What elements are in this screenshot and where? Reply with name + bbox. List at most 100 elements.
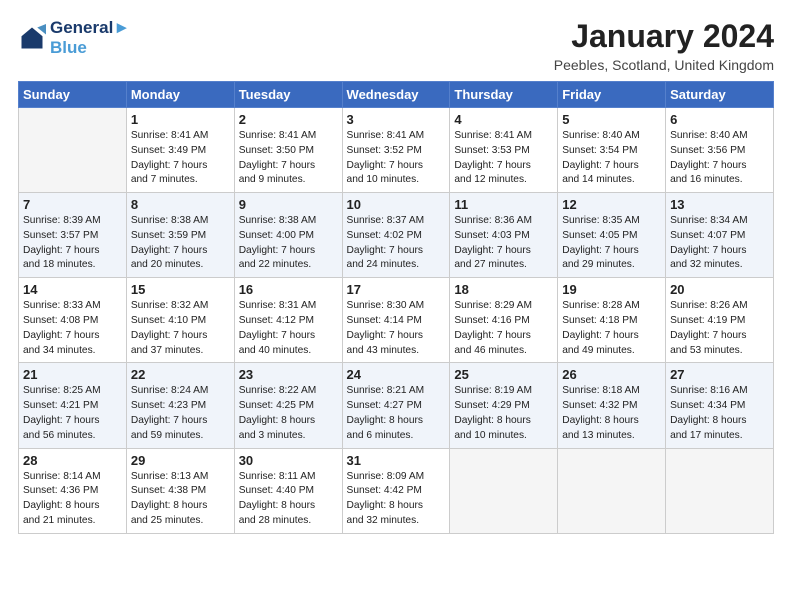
day-info: Sunrise: 8:16 AMSunset: 4:34 PMDaylight:… [670,384,769,443]
day-info: Sunrise: 8:22 AMSunset: 4:25 PMDaylight:… [239,384,338,443]
day-number: 12 [562,197,661,212]
title-block: January 2024 Peebles, Scotland, United K… [554,18,774,73]
day-info: Sunrise: 8:41 AMSunset: 3:52 PMDaylight:… [347,129,446,188]
table-row [558,448,666,533]
day-info: Sunrise: 8:09 AMSunset: 4:42 PMDaylight:… [347,470,446,529]
day-number: 6 [670,112,769,127]
day-info: Sunrise: 8:30 AMSunset: 4:14 PMDaylight:… [347,299,446,358]
table-row: 13 Sunrise: 8:34 AMSunset: 4:07 PMDayligh… [666,193,774,278]
day-number: 29 [131,453,230,468]
day-info: Sunrise: 8:26 AMSunset: 4:19 PMDaylight:… [670,299,769,358]
calendar-week-row: 14 Sunrise: 8:33 AMSunset: 4:08 PMDayligh… [19,278,774,363]
day-number: 7 [23,197,122,212]
page: General► Blue January 2024 Peebles, Scot… [0,0,792,612]
table-row: 19 Sunrise: 8:28 AMSunset: 4:18 PMDayligh… [558,278,666,363]
col-friday: Friday [558,82,666,108]
logo-icon [18,24,46,52]
day-number: 3 [347,112,446,127]
day-number: 30 [239,453,338,468]
day-info: Sunrise: 8:18 AMSunset: 4:32 PMDaylight:… [562,384,661,443]
table-row: 21 Sunrise: 8:25 AMSunset: 4:21 PMDayligh… [19,363,127,448]
table-row: 20 Sunrise: 8:26 AMSunset: 4:19 PMDayligh… [666,278,774,363]
day-info: Sunrise: 8:19 AMSunset: 4:29 PMDaylight:… [454,384,553,443]
table-row: 12 Sunrise: 8:35 AMSunset: 4:05 PMDayligh… [558,193,666,278]
table-row: 16 Sunrise: 8:31 AMSunset: 4:12 PMDayligh… [234,278,342,363]
day-number: 19 [562,282,661,297]
day-number: 24 [347,367,446,382]
calendar-week-row: 21 Sunrise: 8:25 AMSunset: 4:21 PMDayligh… [19,363,774,448]
day-number: 20 [670,282,769,297]
day-info: Sunrise: 8:40 AMSunset: 3:56 PMDaylight:… [670,129,769,188]
day-info: Sunrise: 8:36 AMSunset: 4:03 PMDaylight:… [454,214,553,273]
table-row: 29 Sunrise: 8:13 AMSunset: 4:38 PMDayligh… [126,448,234,533]
table-row [450,448,558,533]
day-number: 25 [454,367,553,382]
table-row: 17Sunrise: 8:30 AMSunset: 4:14 PMDayligh… [342,278,450,363]
day-info: Sunrise: 8:39 AMSunset: 3:57 PMDaylight:… [23,214,122,273]
day-info: Sunrise: 8:13 AMSunset: 4:38 PMDaylight:… [131,470,230,529]
day-info: Sunrise: 8:35 AMSunset: 4:05 PMDaylight:… [562,214,661,273]
table-row: 4 Sunrise: 8:41 AMSunset: 3:53 PMDaylight… [450,108,558,193]
day-number: 2 [239,112,338,127]
day-number: 13 [670,197,769,212]
day-info: Sunrise: 8:11 AMSunset: 4:40 PMDaylight:… [239,470,338,529]
day-number: 4 [454,112,553,127]
day-info: Sunrise: 8:40 AMSunset: 3:54 PMDaylight:… [562,129,661,188]
calendar: Sunday Monday Tuesday Wednesday Thursday… [18,81,774,534]
col-wednesday: Wednesday [342,82,450,108]
day-info: Sunrise: 8:28 AMSunset: 4:18 PMDaylight:… [562,299,661,358]
day-info: Sunrise: 8:25 AMSunset: 4:21 PMDaylight:… [23,384,122,443]
table-row: 30 Sunrise: 8:11 AMSunset: 4:40 PMDayligh… [234,448,342,533]
day-info: Sunrise: 8:37 AMSunset: 4:02 PMDaylight:… [347,214,446,273]
day-info: Sunrise: 8:21 AMSunset: 4:27 PMDaylight:… [347,384,446,443]
table-row [19,108,127,193]
day-info: Sunrise: 8:41 AMSunset: 3:50 PMDaylight:… [239,129,338,188]
table-row: 3 Sunrise: 8:41 AMSunset: 3:52 PMDaylight… [342,108,450,193]
month-title: January 2024 [554,18,774,55]
table-row: 8Sunrise: 8:38 AMSunset: 3:59 PMDaylight… [126,193,234,278]
table-row: 26 Sunrise: 8:18 AMSunset: 4:32 PMDayligh… [558,363,666,448]
day-info: Sunrise: 8:38 AMSunset: 3:59 PMDaylight:… [131,214,230,273]
table-row: 2 Sunrise: 8:41 AMSunset: 3:50 PMDaylight… [234,108,342,193]
day-number: 26 [562,367,661,382]
day-info: Sunrise: 8:32 AMSunset: 4:10 PMDaylight:… [131,299,230,358]
day-info: Sunrise: 8:34 AMSunset: 4:07 PMDaylight:… [670,214,769,273]
day-info: Sunrise: 8:29 AMSunset: 4:16 PMDaylight:… [454,299,553,358]
day-number: 16 [239,282,338,297]
header: General► Blue January 2024 Peebles, Scot… [18,18,774,73]
day-number: 5 [562,112,661,127]
table-row: 25 Sunrise: 8:19 AMSunset: 4:29 PMDayligh… [450,363,558,448]
location: Peebles, Scotland, United Kingdom [554,57,774,73]
col-saturday: Saturday [666,82,774,108]
day-number: 15 [131,282,230,297]
day-number: 1 [131,112,230,127]
col-monday: Monday [126,82,234,108]
day-number: 28 [23,453,122,468]
col-tuesday: Tuesday [234,82,342,108]
table-row: 22Sunrise: 8:24 AMSunset: 4:23 PMDayligh… [126,363,234,448]
calendar-header-row: Sunday Monday Tuesday Wednesday Thursday… [19,82,774,108]
day-number: 21 [23,367,122,382]
day-number: 31 [347,453,446,468]
table-row: 7 Sunrise: 8:39 AMSunset: 3:57 PMDaylight… [19,193,127,278]
day-info: Sunrise: 8:31 AMSunset: 4:12 PMDaylight:… [239,299,338,358]
table-row: 28 Sunrise: 8:14 AMSunset: 4:36 PMDayligh… [19,448,127,533]
day-info: Sunrise: 8:14 AMSunset: 4:36 PMDaylight:… [23,470,122,529]
col-sunday: Sunday [19,82,127,108]
calendar-week-row: 1Sunrise: 8:41 AMSunset: 3:49 PMDaylight… [19,108,774,193]
table-row: 18Sunrise: 8:29 AMSunset: 4:16 PMDayligh… [450,278,558,363]
day-info: Sunrise: 8:33 AMSunset: 4:08 PMDaylight:… [23,299,122,358]
day-number: 11 [454,197,553,212]
table-row: 15 Sunrise: 8:32 AMSunset: 4:10 PMDayligh… [126,278,234,363]
table-row: 31 Sunrise: 8:09 AMSunset: 4:42 PMDayligh… [342,448,450,533]
table-row: 5 Sunrise: 8:40 AMSunset: 3:54 PMDaylight… [558,108,666,193]
day-number: 10 [347,197,446,212]
day-number: 14 [23,282,122,297]
table-row: 23 Sunrise: 8:22 AMSunset: 4:25 PMDayligh… [234,363,342,448]
table-row: 9Sunrise: 8:38 AMSunset: 4:00 PMDaylight… [234,193,342,278]
table-row: 24 Sunrise: 8:21 AMSunset: 4:27 PMDayligh… [342,363,450,448]
day-number: 23 [239,367,338,382]
day-info: Sunrise: 8:41 AMSunset: 3:53 PMDaylight:… [454,129,553,188]
calendar-week-row: 28 Sunrise: 8:14 AMSunset: 4:36 PMDayligh… [19,448,774,533]
logo: General► Blue [18,18,130,57]
